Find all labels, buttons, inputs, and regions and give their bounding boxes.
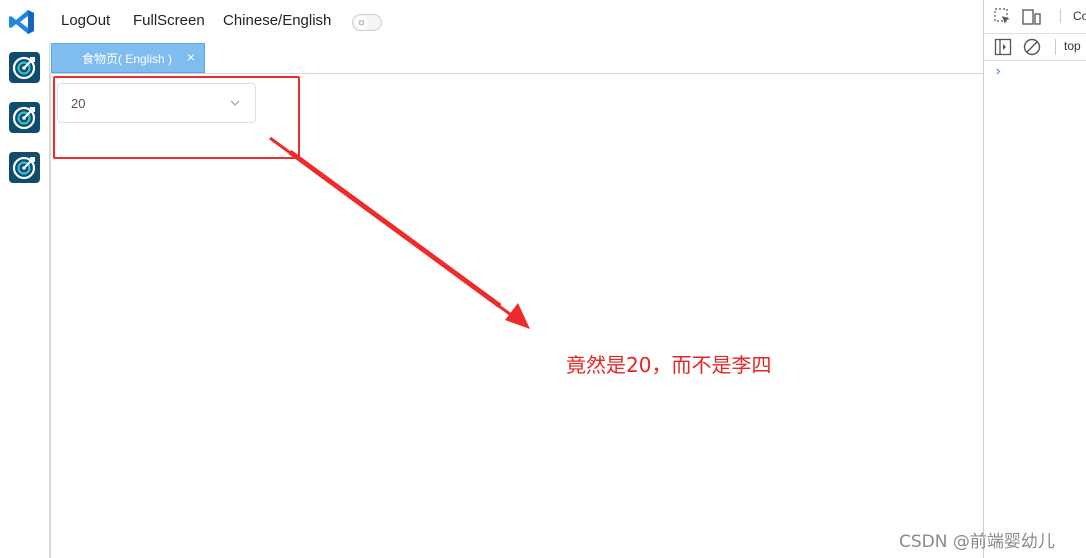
- device-toolbar-icon[interactable]: [1022, 8, 1042, 26]
- annotation-arrow: [269, 136, 530, 329]
- inspect-element-icon[interactable]: [994, 8, 1012, 26]
- devtools-panel: Co top ›: [983, 0, 1086, 558]
- context-select[interactable]: top: [1055, 39, 1081, 55]
- console-toolbar: top: [984, 34, 1086, 61]
- watermark: CSDN @前端婴幼儿: [899, 532, 1055, 552]
- clear-console-icon[interactable]: [1023, 38, 1041, 56]
- annotation-text: 竟然是20，而不是李四: [566, 353, 772, 377]
- tab-console[interactable]: Co: [1060, 9, 1086, 23]
- devtools-toolbar: Co: [984, 0, 1086, 34]
- console-prompt[interactable]: ›: [996, 63, 1000, 78]
- sidebar-toggle-icon[interactable]: [994, 38, 1012, 56]
